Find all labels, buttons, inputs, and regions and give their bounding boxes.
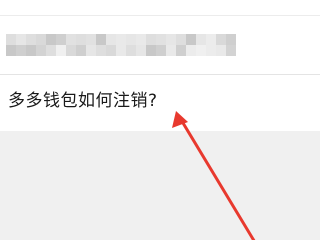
mosaic-cell — [206, 45, 216, 56]
mosaic-cell — [126, 34, 136, 45]
mosaic-cell — [156, 34, 166, 45]
mosaic-cell — [106, 45, 116, 56]
mosaic-cell — [156, 45, 166, 56]
mosaic-cell — [136, 45, 146, 56]
mosaic-cell — [106, 34, 116, 45]
mosaic-cell — [16, 45, 26, 56]
mosaic-cell — [226, 45, 236, 56]
mosaic-cell — [26, 45, 36, 56]
mosaic-cell — [136, 34, 146, 45]
mosaic-cell — [116, 45, 126, 56]
mosaic-cell — [196, 45, 206, 56]
pixelated-redacted-text — [6, 34, 236, 56]
mosaic-cell — [66, 34, 76, 45]
mosaic-cell — [86, 45, 96, 56]
mosaic-cell — [206, 34, 216, 45]
mosaic-cell — [36, 34, 46, 45]
mosaic-cell — [96, 45, 106, 56]
mosaic-cell — [46, 34, 56, 45]
mosaic-cell — [36, 45, 46, 56]
mosaic-cell — [16, 34, 26, 45]
question-list-item[interactable]: 多多钱包如何注销? — [0, 75, 320, 131]
empty-content-area — [0, 131, 320, 240]
mosaic-cell — [56, 45, 66, 56]
mosaic-cell — [216, 45, 226, 56]
mosaic-cell — [86, 34, 96, 45]
mosaic-cell — [166, 34, 176, 45]
mosaic-cell — [146, 45, 156, 56]
mosaic-cell — [146, 34, 156, 45]
screen: 多多钱包如何注销? — [0, 0, 320, 240]
mosaic-cell — [76, 34, 86, 45]
mosaic-cell — [56, 34, 66, 45]
mosaic-cell — [6, 34, 16, 45]
mosaic-cell — [76, 45, 86, 56]
mosaic-cell — [6, 45, 16, 56]
question-title[interactable]: 多多钱包如何注销? — [8, 90, 158, 112]
mosaic-cell — [176, 45, 186, 56]
mosaic-cell — [116, 34, 126, 45]
mosaic-cell — [26, 34, 36, 45]
mosaic-cell — [46, 45, 56, 56]
mosaic-cell — [166, 45, 176, 56]
card-top-edge — [0, 15, 320, 16]
blurred-content-card — [0, 0, 320, 74]
mosaic-cell — [96, 34, 106, 45]
mosaic-cell — [186, 34, 196, 45]
mosaic-cell — [126, 45, 136, 56]
mosaic-cell — [196, 34, 206, 45]
mosaic-cell — [66, 45, 76, 56]
mosaic-cell — [226, 34, 236, 45]
mosaic-cell — [216, 34, 226, 45]
mosaic-cell — [176, 34, 186, 45]
mosaic-cell — [186, 45, 196, 56]
